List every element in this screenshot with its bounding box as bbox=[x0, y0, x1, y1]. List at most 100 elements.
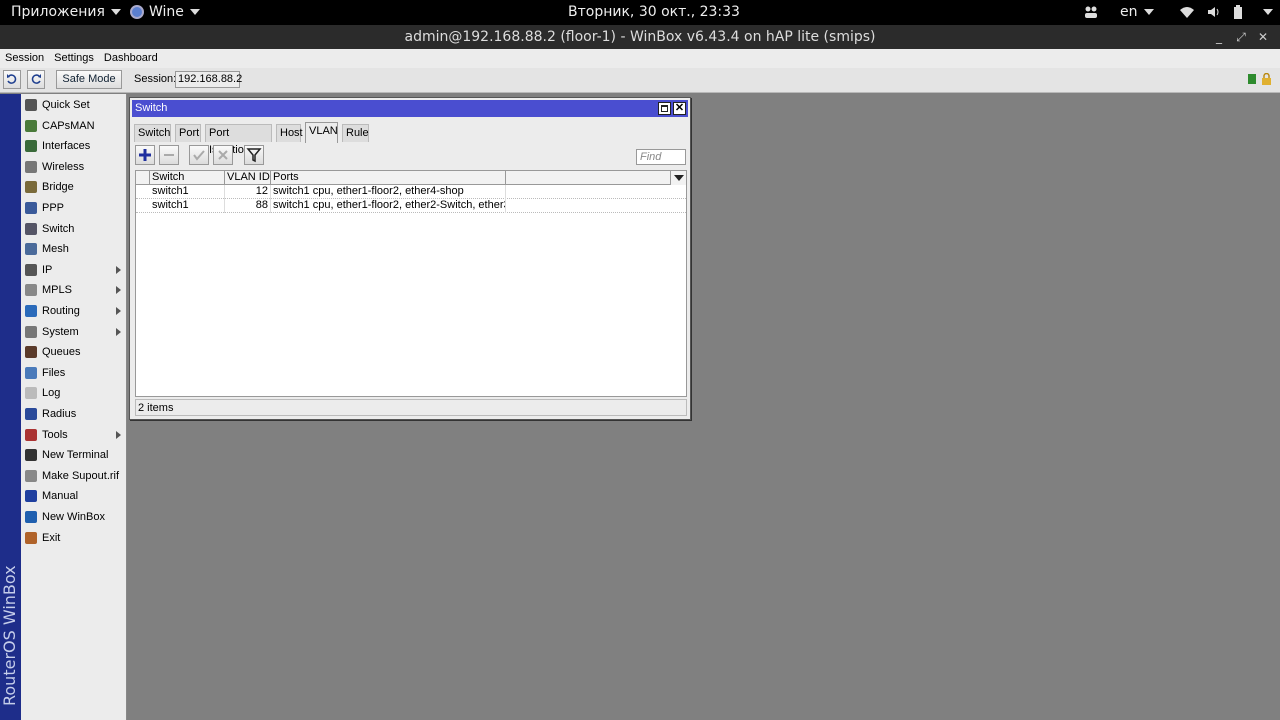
wine-icon bbox=[130, 5, 144, 19]
add-button[interactable] bbox=[135, 145, 155, 165]
language-label: en bbox=[1120, 4, 1138, 20]
sidebar-item-queues[interactable]: Queues bbox=[21, 342, 127, 362]
column-header-ports[interactable]: Ports bbox=[271, 171, 506, 185]
switch-window: Switch ✕ SwitchPortPort IsolationHostVLA… bbox=[129, 97, 691, 420]
sidebar-item-system[interactable]: System bbox=[21, 322, 127, 342]
sidebar-item-capsman[interactable]: CAPsMAN bbox=[21, 116, 127, 136]
tab-rule[interactable]: Rule bbox=[342, 124, 369, 142]
status-bar: 2 items bbox=[135, 399, 687, 416]
tab-port[interactable]: Port bbox=[175, 124, 201, 142]
sidebar-item-manual[interactable]: Manual bbox=[21, 486, 127, 506]
sidebar-item-routing[interactable]: Routing bbox=[21, 301, 127, 321]
remove-button[interactable] bbox=[159, 145, 179, 165]
sidebar-item-new-winbox[interactable]: New WinBox bbox=[21, 507, 127, 527]
chevron-right-icon bbox=[116, 307, 121, 315]
column-header-spare bbox=[506, 171, 686, 185]
sidebar-item-exit[interactable]: Exit bbox=[21, 528, 127, 548]
wine-menu[interactable]: Wine bbox=[130, 0, 200, 25]
table-row[interactable]: switch1 12 switch1 cpu, ether1-floor2, eth… bbox=[136, 185, 686, 199]
sidebar-item-label: Manual bbox=[42, 490, 79, 503]
log-icon bbox=[25, 387, 37, 400]
sidebar-item-label: New Terminal bbox=[42, 449, 109, 462]
column-header-switch[interactable]: Switch bbox=[150, 171, 225, 185]
sidebar-item-label: Tools bbox=[42, 428, 68, 441]
clock[interactable]: Вторник, 30 окт., 23:33 bbox=[568, 0, 740, 25]
vlan-table: Switch VLAN ID Ports switch1 12 switch1 cp… bbox=[135, 170, 687, 397]
sidebar-item-ppp[interactable]: PPP bbox=[21, 198, 127, 218]
menu-session[interactable]: Session bbox=[0, 49, 49, 68]
sidebar-item-mpls[interactable]: MPLS bbox=[21, 280, 127, 300]
enable-button[interactable] bbox=[189, 145, 209, 165]
sidebar-item-switch[interactable]: Switch bbox=[21, 219, 127, 239]
maximize-icon[interactable]: ⤢ bbox=[1230, 25, 1252, 49]
find-input[interactable]: Find bbox=[636, 149, 686, 165]
sidebar-item-ip[interactable]: IP bbox=[21, 260, 127, 280]
sidebar-item-label: Interfaces bbox=[42, 140, 91, 153]
language-menu[interactable]: en bbox=[1120, 0, 1154, 25]
cross-icon bbox=[218, 150, 228, 160]
tab-host[interactable]: Host bbox=[276, 124, 303, 142]
menu-dashboard[interactable]: Dashboard bbox=[99, 49, 163, 68]
switch-icon bbox=[25, 222, 37, 235]
close-icon[interactable]: ✕ bbox=[1252, 25, 1274, 49]
sidebar-item-label: Bridge bbox=[42, 181, 74, 194]
quick-set-icon bbox=[25, 99, 37, 111]
column-header-vlan-id[interactable]: VLAN ID bbox=[225, 171, 271, 185]
cell-vlan-id: 12 bbox=[225, 185, 271, 199]
applications-menu-label: Приложения bbox=[11, 4, 105, 20]
sidebar-item-tools[interactable]: Tools bbox=[21, 425, 127, 445]
tab-switch[interactable]: Switch bbox=[134, 124, 171, 142]
sidebar-item-label: MPLS bbox=[42, 284, 72, 297]
filter-icon bbox=[246, 148, 262, 163]
system-menu-caret[interactable] bbox=[1257, 0, 1273, 25]
safe-mode-button[interactable]: Safe Mode bbox=[56, 70, 122, 89]
minus-icon bbox=[164, 154, 174, 156]
sidebar-item-radius[interactable]: Radius bbox=[21, 404, 127, 424]
tab-vlan[interactable]: VLAN bbox=[305, 122, 338, 143]
maximize-window-button[interactable] bbox=[658, 102, 671, 115]
cell-ports: switch1 cpu, ether1-floor2, ether2-Switc… bbox=[273, 199, 506, 213]
undo-button[interactable] bbox=[3, 70, 21, 89]
sidebar-item-label: Quick Set bbox=[42, 99, 90, 111]
cell-switch: switch1 bbox=[150, 185, 225, 199]
maximize-icon bbox=[661, 105, 668, 112]
switch-window-titlebar[interactable]: Switch ✕ bbox=[132, 100, 688, 117]
status-green-icon bbox=[1248, 74, 1256, 84]
columns-dropdown-button[interactable] bbox=[670, 171, 686, 185]
menu-bar: Session Settings Dashboard bbox=[0, 49, 1280, 68]
ip-icon bbox=[25, 263, 37, 276]
battery-icon[interactable] bbox=[1233, 0, 1243, 25]
manual-icon bbox=[25, 490, 37, 503]
volume-icon[interactable] bbox=[1207, 0, 1221, 25]
bridge-icon bbox=[25, 181, 37, 194]
menu-settings[interactable]: Settings bbox=[49, 49, 99, 68]
minimize-icon[interactable]: _ bbox=[1208, 25, 1230, 49]
sidebar-item-interfaces[interactable]: Interfaces bbox=[21, 136, 127, 156]
redo-button[interactable] bbox=[27, 70, 45, 89]
sidebar-item-make-supout-rif[interactable]: Make Supout.rif bbox=[21, 466, 127, 486]
sidebar-item-files[interactable]: Files bbox=[21, 363, 127, 383]
close-window-button[interactable]: ✕ bbox=[673, 102, 686, 115]
close-icon: ✕ bbox=[674, 102, 685, 114]
sidebar-item-wireless[interactable]: Wireless bbox=[21, 157, 127, 177]
tab-port-isolation[interactable]: Port Isolation bbox=[205, 124, 272, 156]
wine-menu-label: Wine bbox=[149, 4, 184, 20]
sidebar-item-bridge[interactable]: Bridge bbox=[21, 177, 127, 197]
sidebar-item-log[interactable]: Log bbox=[21, 383, 127, 403]
sidebar-item-label: Log bbox=[42, 387, 61, 400]
sidebar-item-mesh[interactable]: Mesh bbox=[21, 239, 127, 259]
disable-button[interactable] bbox=[213, 145, 233, 165]
applications-menu[interactable]: Приложения bbox=[11, 0, 121, 25]
filter-button[interactable] bbox=[244, 145, 264, 165]
wireless-icon bbox=[25, 160, 37, 173]
wifi-icon[interactable] bbox=[1179, 0, 1195, 25]
accessibility-icon[interactable] bbox=[1084, 0, 1098, 25]
sidebar-item-label: Make Supout.rif bbox=[42, 469, 120, 482]
session-field[interactable]: 192.168.88.2 bbox=[175, 71, 242, 88]
table-row[interactable]: switch1 88 switch1 cpu, ether1-floor2, eth… bbox=[136, 199, 686, 213]
chevron-down-icon bbox=[189, 9, 200, 15]
mpls-icon bbox=[25, 284, 37, 297]
sidebar-item-new-terminal[interactable]: New Terminal bbox=[21, 445, 127, 465]
sidebar-item-label: Radius bbox=[42, 408, 77, 420]
sidebar-item-quick-set[interactable]: Quick Set bbox=[21, 95, 127, 115]
